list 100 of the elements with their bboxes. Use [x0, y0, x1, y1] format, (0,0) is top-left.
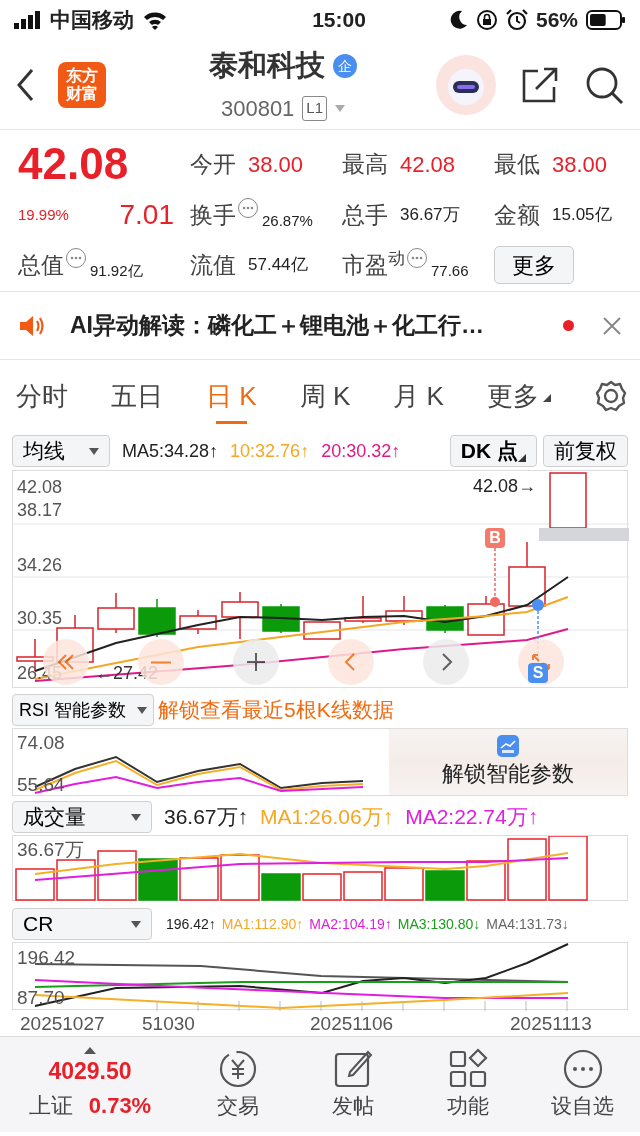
moon-icon	[449, 10, 468, 30]
indicator-value: MA1:112.90↑	[221, 914, 304, 934]
volume-bar	[97, 850, 137, 901]
last-price: 42.08	[18, 142, 130, 186]
volume-bar	[343, 871, 383, 901]
index-change: 0.73%	[88, 1091, 152, 1120]
indicator-dropdown[interactable]: RSI 智能参数	[12, 694, 154, 726]
change-amount: 7.01	[119, 198, 174, 232]
volume-bar	[56, 859, 96, 901]
battery-icon	[586, 10, 626, 30]
stat-value: 38.00	[552, 150, 608, 179]
candlestick	[179, 609, 217, 635]
axis-label: 74.08	[17, 733, 65, 752]
speaker-icon	[18, 313, 46, 338]
volume-bar	[548, 836, 588, 901]
indicator-value: MA3:130.80↓	[397, 914, 481, 934]
stat-value: 26.87%	[262, 210, 313, 231]
sell-marker: S	[528, 663, 548, 683]
more-menu-button[interactable]: 更多	[486, 372, 551, 420]
ai-headline[interactable]: AI异动解读：磷化工＋锂电池＋化工行…	[70, 308, 563, 343]
indicator-value: MA2:22.74万↑	[405, 804, 539, 831]
stat-label: 最低	[494, 149, 540, 179]
candlestick	[344, 595, 382, 624]
previous-button[interactable]	[328, 639, 374, 685]
caret-icon	[137, 706, 147, 714]
change-percent: 19.99%	[18, 204, 69, 225]
tab-bar-item[interactable]: 功能	[412, 1047, 523, 1122]
unlock-panel[interactable]: 解锁智能参数	[389, 729, 627, 795]
alarm-icon	[505, 9, 528, 31]
index-value: 4029.50	[48, 1057, 132, 1087]
candlestick	[262, 603, 300, 634]
stat-label: 今开	[190, 149, 236, 179]
stat-value: 36.67万	[400, 204, 460, 227]
axis-label: 34.26	[17, 556, 63, 574]
stat-label: 金额	[494, 200, 540, 230]
buy-marker: B	[485, 528, 505, 548]
candlestick	[508, 541, 546, 607]
more-icon	[561, 1047, 604, 1090]
candlestick	[97, 592, 135, 634]
index-quote[interactable]: 4029.50 上证 0.73%	[0, 1037, 180, 1132]
stat-label: 换手	[190, 200, 236, 230]
indicator-dropdown[interactable]: 均线	[12, 435, 110, 467]
robot-avatar[interactable]	[436, 54, 496, 115]
volume-bar	[384, 867, 424, 901]
caret-icon	[131, 813, 141, 821]
candlestick	[549, 472, 587, 529]
stat-value: 42.08	[400, 150, 456, 179]
back-button[interactable]	[16, 67, 34, 102]
price-adjust-button[interactable]: 前复权	[543, 435, 628, 467]
period-tab[interactable]: 分时	[16, 372, 68, 420]
battery-percentage: 56%	[535, 7, 578, 34]
tab-bar-item[interactable]: 交易	[182, 1047, 293, 1122]
chart-badge-icon	[497, 734, 519, 757]
tab-bar-item[interactable]: 发帖	[297, 1047, 408, 1122]
stat-value: 91.92亿	[90, 260, 143, 281]
period-tab[interactable]: 五日	[111, 372, 164, 420]
unlock-label: 解锁智能参数	[442, 759, 574, 788]
buy-signal-line	[490, 547, 500, 607]
candlestick	[138, 598, 176, 638]
up-arrow-icon	[84, 1047, 96, 1055]
wifi-icon	[142, 10, 168, 30]
stat-value: 38.00	[248, 150, 304, 179]
indicator-dropdown[interactable]: 成交量	[12, 801, 152, 833]
candlestick	[303, 621, 341, 640]
indicator-dropdown[interactable]: CR	[12, 908, 152, 940]
stat-value: 77.66	[431, 260, 469, 281]
stat-label: 流值	[190, 250, 236, 280]
indicator-value: MA5:34.28↑	[122, 439, 219, 463]
indicator-value: 196.42↑	[166, 914, 216, 934]
stat-label: 总值	[18, 250, 64, 280]
more-button[interactable]: 更多	[494, 246, 574, 284]
candlestick	[221, 591, 259, 640]
date-label: 51030	[142, 1014, 195, 1033]
date-label: 20251106	[310, 1014, 394, 1033]
axis-label: 38.17	[17, 501, 63, 519]
next-button[interactable]	[423, 639, 469, 685]
clock-time: 15:00	[311, 7, 367, 34]
volume-bar	[15, 868, 55, 901]
volume-bar	[138, 858, 178, 901]
date-label: 20251027	[20, 1014, 105, 1033]
period-tab[interactable]: 周 K	[299, 372, 351, 420]
axis-label: 196.42	[17, 948, 76, 967]
indicator-value: 10:32.76↑	[230, 439, 310, 463]
candlestick	[385, 595, 423, 626]
indicator-value: MA4:131.73↓	[486, 914, 569, 934]
axis-label: 42.08	[17, 478, 63, 496]
stock-name: 泰和科技	[209, 48, 325, 84]
rotation-lock-icon	[475, 9, 498, 31]
period-tab[interactable]: 月 K	[393, 372, 444, 420]
tab-bar-item[interactable]: 设自选	[527, 1047, 638, 1122]
date-label: 20251113	[510, 1014, 592, 1033]
volume-bar	[302, 873, 342, 901]
axis-label: 30.35	[17, 609, 63, 627]
settings-button[interactable]	[593, 379, 628, 413]
caret-icon[interactable]	[335, 104, 346, 112]
menu-corner-icon	[542, 393, 551, 402]
zoom-in-button[interactable]	[233, 639, 279, 685]
volume-bar	[425, 870, 465, 901]
dk-button[interactable]: DK 点	[449, 435, 537, 467]
index-name: 上证	[28, 1091, 73, 1120]
